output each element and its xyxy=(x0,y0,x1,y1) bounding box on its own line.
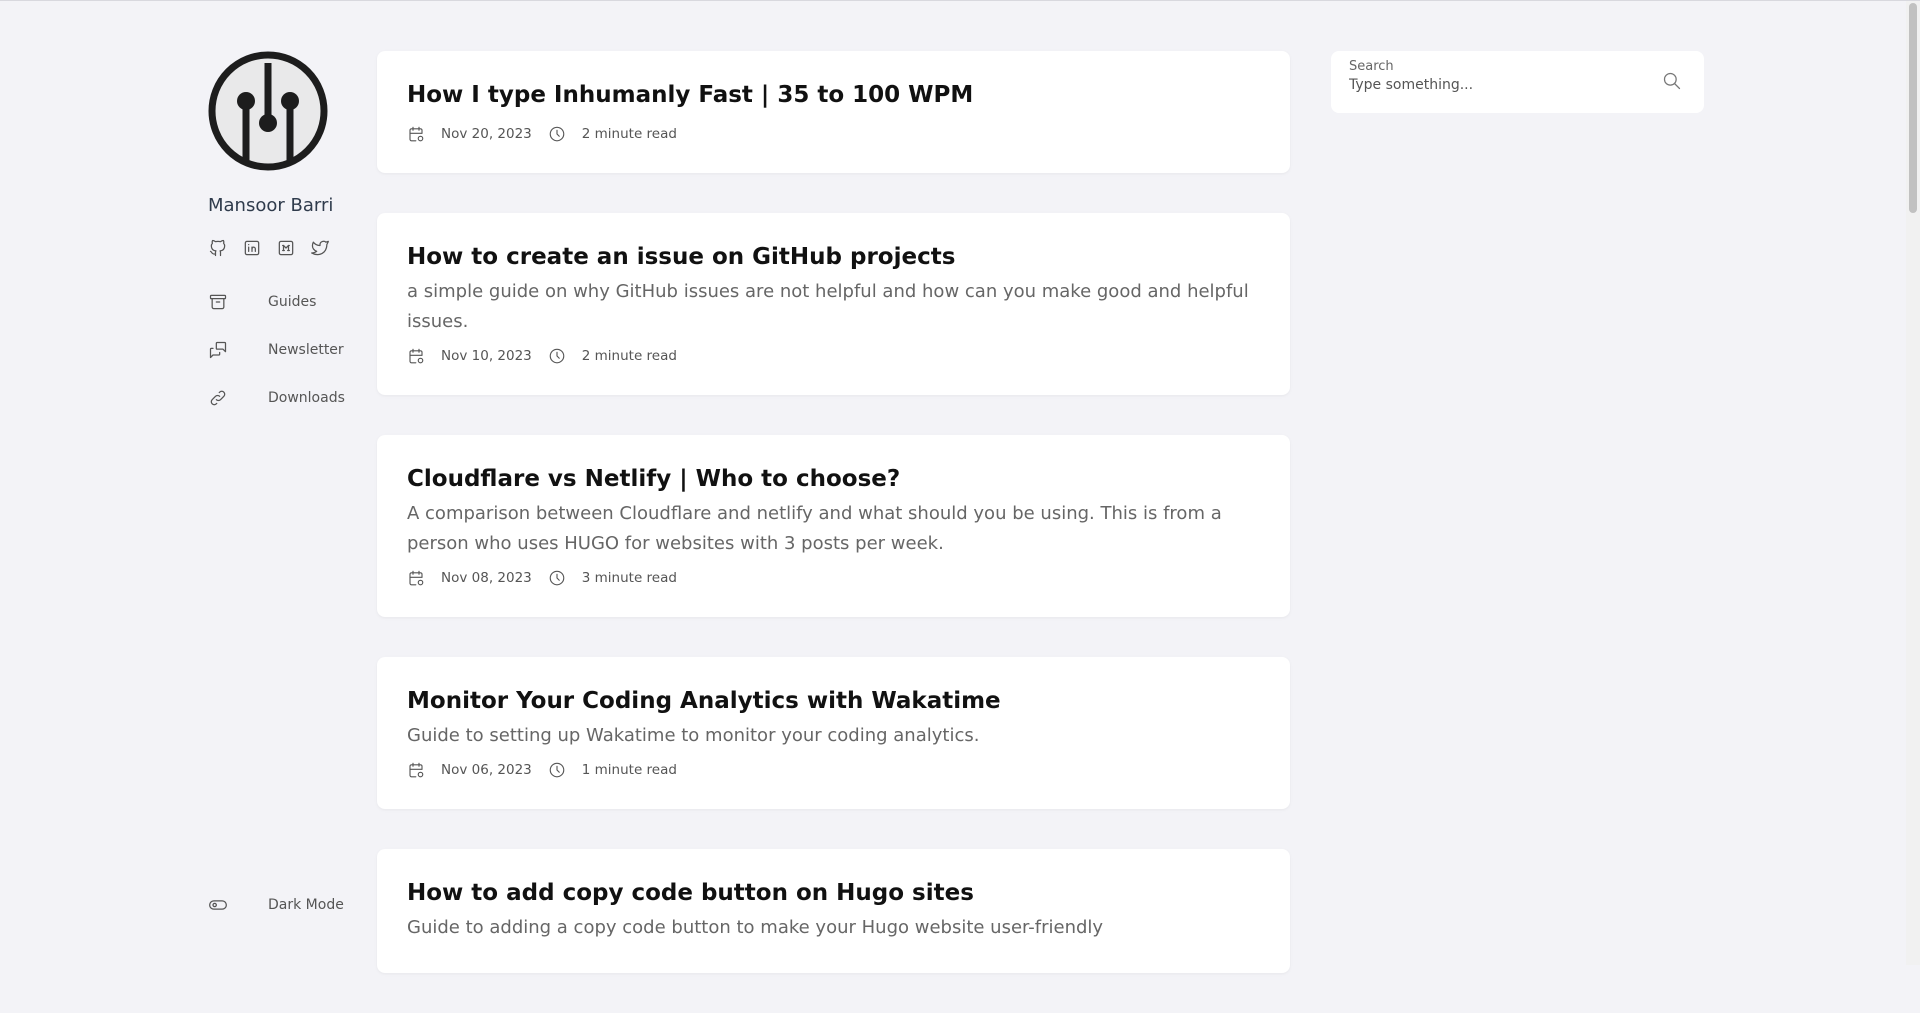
github-icon[interactable] xyxy=(208,238,228,258)
post-card[interactable]: How to add copy code button on Hugo site… xyxy=(377,849,1290,973)
post-meta: Nov 20, 2023 2 minute read xyxy=(407,125,1260,143)
post-read-time: 2 minute read xyxy=(581,126,677,142)
post-description: Guide to setting up Wakatime to monitor … xyxy=(407,725,980,746)
chat-icon xyxy=(209,341,227,359)
post-card[interactable]: How to create an issue on GitHub project… xyxy=(377,213,1290,395)
clock-icon xyxy=(549,126,565,142)
post-read-time: 3 minute read xyxy=(581,570,677,586)
post-read-time: 1 minute read xyxy=(581,762,677,778)
post-meta: Nov 10, 2023 2 minute read xyxy=(407,347,1260,365)
post-description: a simple guide on why GitHub issues are … xyxy=(407,281,1249,332)
calendar-icon xyxy=(409,762,424,778)
post-title[interactable]: How I type Inhumanly Fast | 35 to 100 WP… xyxy=(407,79,1260,111)
post-date: Nov 06, 2023 xyxy=(441,762,532,778)
post-title[interactable]: Monitor Your Coding Analytics with Wakat… xyxy=(407,685,1260,717)
medium-icon[interactable] xyxy=(276,238,296,258)
search-icon[interactable] xyxy=(1662,71,1682,91)
page-scrollbar[interactable] xyxy=(1906,1,1920,965)
author-name: Mansoor Barri xyxy=(208,195,334,216)
calendar-icon xyxy=(409,348,424,364)
post-date: Nov 10, 2023 xyxy=(441,348,532,364)
link-icon xyxy=(210,390,226,406)
twitter-icon[interactable] xyxy=(310,238,330,258)
post-title[interactable]: Cloudflare vs Netlify | Who to choose? xyxy=(407,463,1260,495)
post-date: Nov 08, 2023 xyxy=(441,570,532,586)
post-description: Guide to adding a copy code button to ma… xyxy=(407,917,1104,938)
post-card[interactable]: How I type Inhumanly Fast | 35 to 100 WP… xyxy=(377,51,1290,173)
post-description: A comparison between Cloudflare and netl… xyxy=(407,503,1222,554)
clock-icon xyxy=(549,348,565,364)
calendar-icon xyxy=(409,570,424,586)
social-links xyxy=(208,238,368,258)
search-label: Search xyxy=(1349,59,1394,74)
search-input[interactable] xyxy=(1349,77,1649,93)
post-card[interactable]: Cloudflare vs Netlify | Who to choose? A… xyxy=(377,435,1290,617)
nav-label: Downloads xyxy=(268,390,345,406)
scrollbar-thumb[interactable] xyxy=(1909,3,1917,213)
dark-mode-toggle[interactable]: Dark Mode xyxy=(208,881,344,929)
post-read-time: 2 minute read xyxy=(581,348,677,364)
avatar-logo[interactable] xyxy=(208,51,328,171)
sidebar: Mansoor Barri Guides Newsletter Download… xyxy=(208,51,368,422)
archive-icon xyxy=(209,294,227,310)
linkedin-icon[interactable] xyxy=(242,238,262,258)
sidebar-nav: Guides Newsletter Downloads xyxy=(208,278,368,422)
nav-label: Guides xyxy=(268,294,317,310)
post-title[interactable]: How to create an issue on GitHub project… xyxy=(407,241,1260,273)
nav-item-guides[interactable]: Guides xyxy=(208,278,368,326)
clock-icon xyxy=(549,570,565,586)
post-date: Nov 20, 2023 xyxy=(441,126,532,142)
nav-label: Newsletter xyxy=(268,342,344,358)
dark-mode-label: Dark Mode xyxy=(268,897,344,913)
toggle-icon xyxy=(209,900,227,910)
post-title[interactable]: How to add copy code button on Hugo site… xyxy=(407,877,1260,909)
post-meta: Nov 06, 2023 1 minute read xyxy=(407,761,1260,779)
post-list: How I type Inhumanly Fast | 35 to 100 WP… xyxy=(377,51,1290,1013)
calendar-icon xyxy=(409,126,424,142)
nav-item-newsletter[interactable]: Newsletter xyxy=(208,326,368,374)
post-meta: Nov 08, 2023 3 minute read xyxy=(407,569,1260,587)
clock-icon xyxy=(549,762,565,778)
nav-item-downloads[interactable]: Downloads xyxy=(208,374,368,422)
post-card[interactable]: Monitor Your Coding Analytics with Wakat… xyxy=(377,657,1290,809)
search-box: Search xyxy=(1331,51,1704,113)
